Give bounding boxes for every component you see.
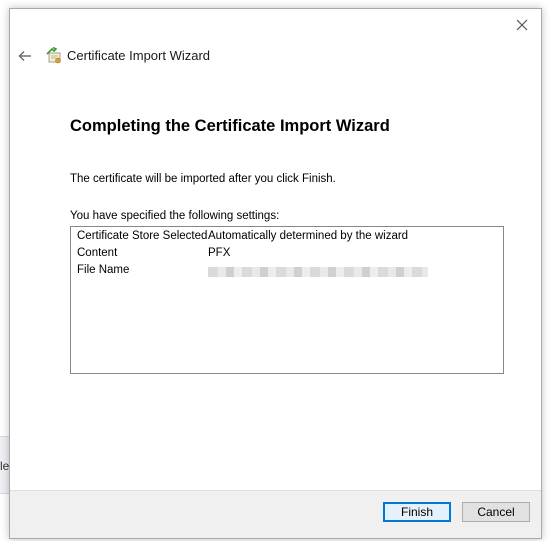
settings-row-filename: File Name <box>77 264 477 280</box>
background-window-text: le <box>0 459 10 473</box>
settings-list[interactable]: Certificate Store Selected Automatically… <box>70 226 504 374</box>
close-button[interactable] <box>509 13 535 37</box>
wizard-title: Certificate Import Wizard <box>67 48 211 63</box>
finish-button[interactable]: Finish <box>383 502 451 522</box>
redacted-file-name <box>208 267 428 277</box>
settings-value: Automatically determined by the wizard <box>208 230 409 242</box>
certificate-import-wizard-dialog: Certificate Import Wizard Completing the… <box>9 8 542 539</box>
cancel-button[interactable]: Cancel <box>462 502 530 522</box>
wizard-header: Certificate Import Wizard <box>10 39 541 71</box>
certificate-icon <box>46 47 61 64</box>
close-icon <box>516 19 528 31</box>
settings-key: File Name <box>77 264 130 276</box>
back-arrow-icon <box>18 51 31 61</box>
settings-key: Certificate Store Selected <box>77 230 208 242</box>
settings-label: You have specified the following setting… <box>70 210 280 222</box>
description-text: The certificate will be imported after y… <box>70 173 336 185</box>
settings-value: PFX <box>208 247 231 259</box>
page-heading: Completing the Certificate Import Wizard <box>70 117 390 135</box>
button-bar: Finish Cancel <box>10 490 541 538</box>
back-button[interactable] <box>14 45 36 67</box>
settings-key: Content <box>77 247 118 259</box>
